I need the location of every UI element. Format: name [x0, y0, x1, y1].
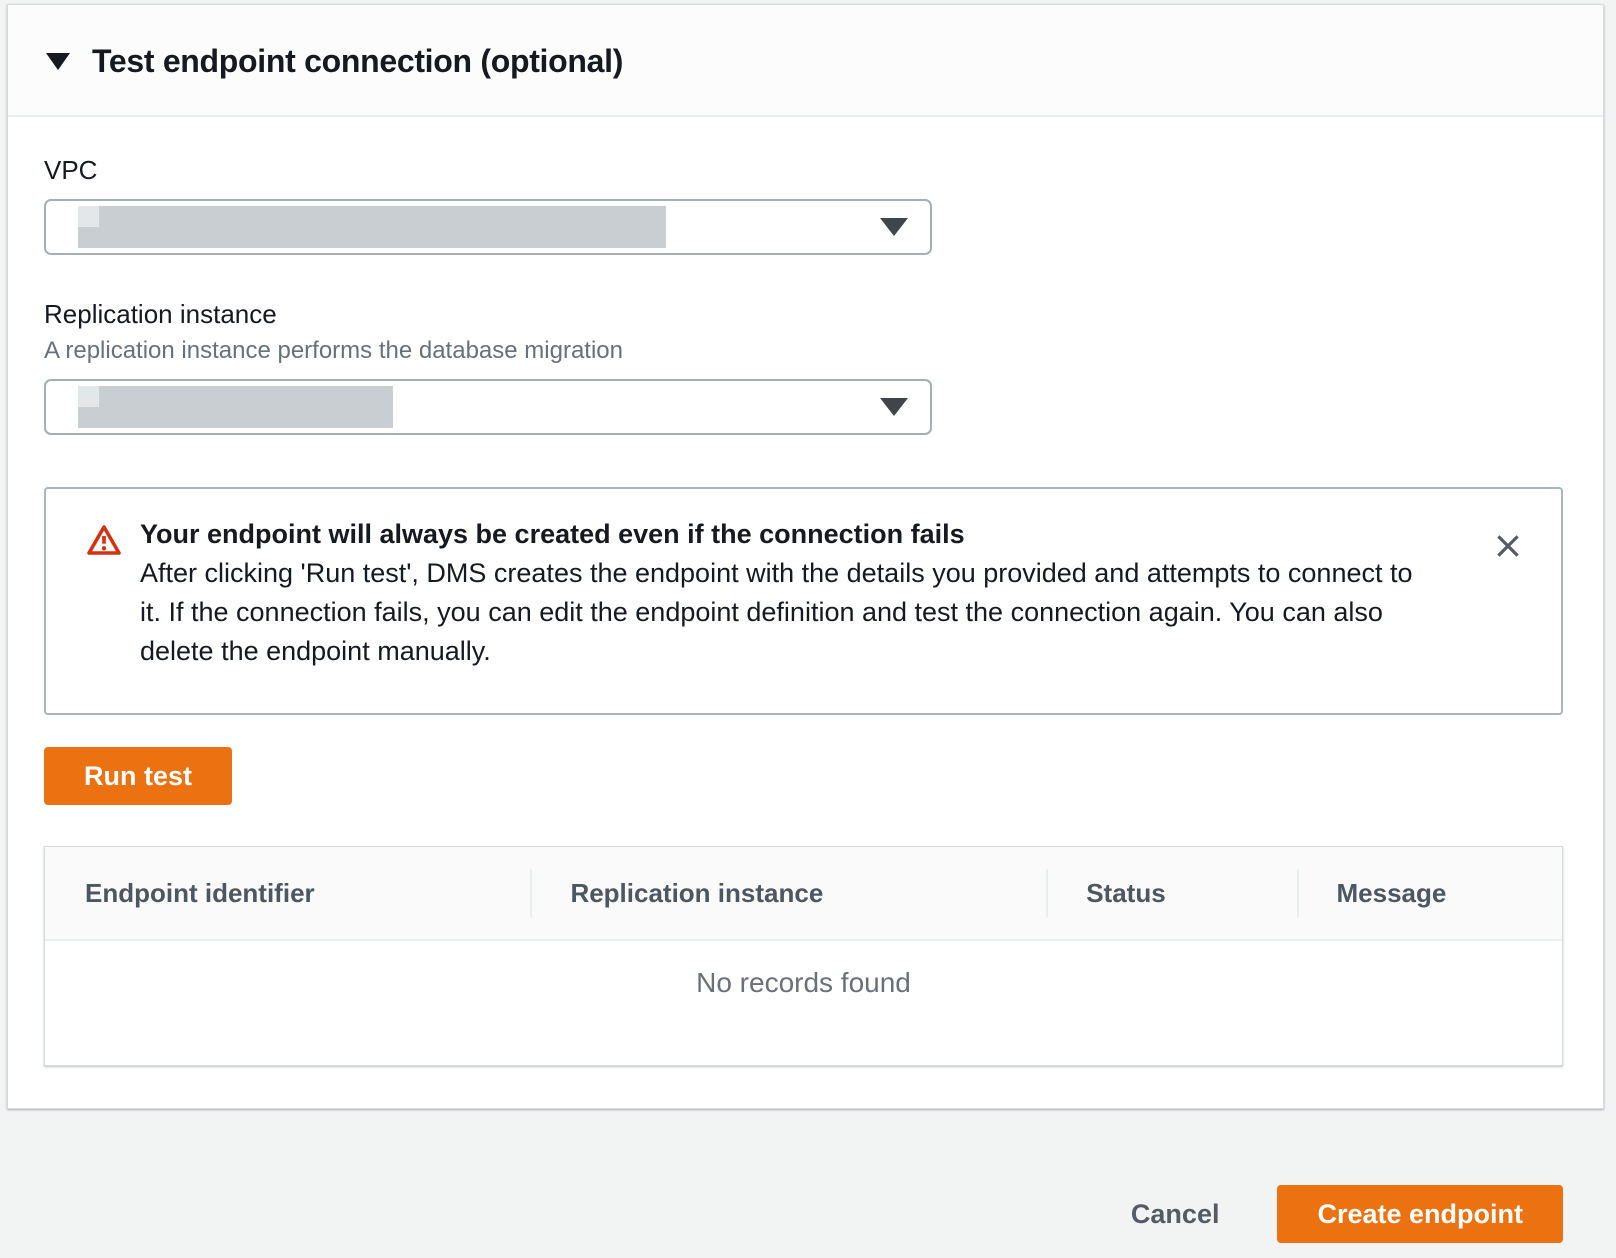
- close-icon: [1493, 531, 1523, 561]
- column-header-replication-instance: Replication instance: [530, 847, 1046, 939]
- triangle-down-icon: [46, 53, 70, 70]
- column-header-endpoint-identifier: Endpoint identifier: [45, 847, 530, 939]
- vpc-selected-value-redacted: [78, 206, 666, 248]
- warning-dismiss-button[interactable]: [1489, 527, 1527, 565]
- vpc-field: VPC: [44, 155, 1563, 255]
- warning-message: Your endpoint will always be created eve…: [140, 515, 1440, 671]
- test-endpoint-connection-section: Test endpoint connection (optional) VPC …: [7, 4, 1604, 1109]
- warning-body: After clicking 'Run test', DMS creates t…: [140, 554, 1440, 671]
- section-body: VPC Replication instance A replication i…: [8, 155, 1603, 1108]
- test-results-table: Endpoint identifier Replication instance…: [44, 846, 1563, 1066]
- warning-triangle-icon: [86, 523, 122, 671]
- replication-instance-selected-value-redacted: [78, 386, 393, 428]
- section-header-toggle[interactable]: Test endpoint connection (optional): [8, 5, 1603, 117]
- column-header-message: Message: [1297, 847, 1562, 939]
- replication-instance-label: Replication instance: [44, 299, 1563, 329]
- vpc-label: VPC: [44, 155, 1563, 185]
- warning-title: Your endpoint will always be created eve…: [140, 515, 1440, 554]
- section-title: Test endpoint connection (optional): [92, 41, 623, 81]
- run-test-button[interactable]: Run test: [44, 747, 232, 805]
- form-actions-footer: Cancel Create endpoint: [0, 1109, 1616, 1243]
- vpc-select[interactable]: [44, 199, 932, 255]
- empty-state-message: No records found: [45, 941, 1562, 1065]
- replication-instance-description: A replication instance performs the data…: [44, 337, 1563, 365]
- chevron-down-icon: [880, 398, 908, 416]
- column-header-status: Status: [1046, 847, 1296, 939]
- cancel-button[interactable]: Cancel: [1131, 1199, 1220, 1230]
- warning-flashbar: Your endpoint will always be created eve…: [44, 487, 1563, 715]
- table-header-row: Endpoint identifier Replication instance…: [45, 847, 1562, 941]
- chevron-down-icon: [880, 218, 908, 236]
- replication-instance-select[interactable]: [44, 379, 932, 435]
- create-endpoint-button[interactable]: Create endpoint: [1277, 1185, 1563, 1243]
- replication-instance-field: Replication instance A replication insta…: [44, 299, 1563, 435]
